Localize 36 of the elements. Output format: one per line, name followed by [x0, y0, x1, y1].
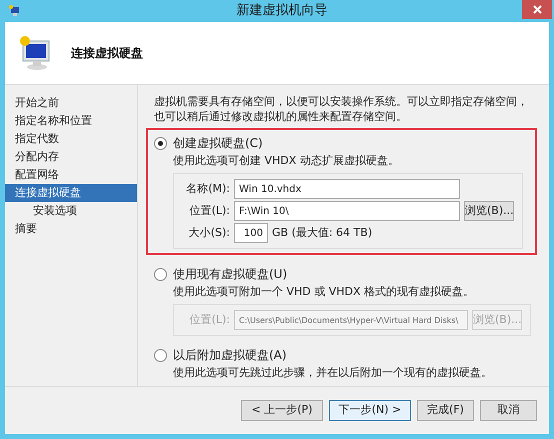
radio-button[interactable] — [154, 268, 167, 280]
field-label: 位置(L): — [188, 202, 230, 219]
radio-button[interactable] — [154, 136, 167, 150]
intro-text: 虚拟机需要具有存储空间，以便可以安装操作系统。可以立即指定存储空间，也可以稍后通过修改虚拟机的属性来配置存储空间。 — [154, 94, 529, 124]
wizard-button[interactable]: < 上一步(P) — [241, 400, 323, 421]
sidebar-item[interactable]: 指定代数 — [5, 130, 137, 148]
field-label: 位置(L): — [188, 312, 230, 328]
window-title: 新建虚拟机向导 — [236, 2, 328, 20]
input-field[interactable]: Win 10.vhdx — [234, 179, 460, 199]
option-description: 使用此选项可创建 VHDX 动态扩展虚拟硬盘。 — [173, 153, 400, 169]
radio-button[interactable] — [154, 348, 167, 362]
wizard-button[interactable]: 下一步(N) > — [329, 400, 411, 421]
option-description: 使用此选项可先跳过此步骤，并在以后附加一个现有的虚拟硬盘。 — [173, 365, 493, 381]
input-field[interactable]: F:\Win 10\ — [234, 201, 460, 221]
size-field[interactable]: 100 — [234, 223, 268, 243]
app-icon — [8, 5, 22, 17]
sidebar-item[interactable]: 连接虚拟硬盘 — [5, 184, 137, 202]
field-label: 大小(S): — [188, 224, 230, 241]
sidebar-item[interactable]: 安装选项 — [5, 202, 137, 220]
sidebar-item[interactable]: 配置网络 — [5, 166, 137, 184]
field-label: 名称(M): — [185, 180, 230, 197]
wizard-button[interactable]: 取消 — [480, 400, 537, 421]
close-button[interactable] — [522, 0, 552, 19]
sidebar-item[interactable]: 指定名称和位置 — [5, 112, 137, 130]
sidebar-item[interactable]: 开始之前 — [5, 94, 137, 112]
option-description: 使用此选项可附加一个 VHD 或 VHDX 格式的现有虚拟硬盘。 — [173, 284, 476, 300]
option-label[interactable]: 以后附加虚拟硬盘(A) — [173, 346, 287, 364]
option-label[interactable]: 使用现有虚拟硬盘(U) — [173, 265, 288, 283]
option-label[interactable]: 创建虚拟硬盘(C) — [173, 134, 263, 152]
sidebar-item[interactable]: 分配内存 — [5, 148, 137, 166]
size-hint: GB (最大值: 64 TB) — [272, 224, 372, 241]
close-icon — [532, 5, 542, 14]
sidebar-item[interactable]: 摘要 — [5, 220, 137, 238]
wizard-button[interactable]: 完成(F) — [417, 400, 474, 421]
page-title: 连接虚拟硬盘 — [71, 45, 143, 62]
browse-button[interactable]: 浏览(B)... — [464, 201, 514, 221]
